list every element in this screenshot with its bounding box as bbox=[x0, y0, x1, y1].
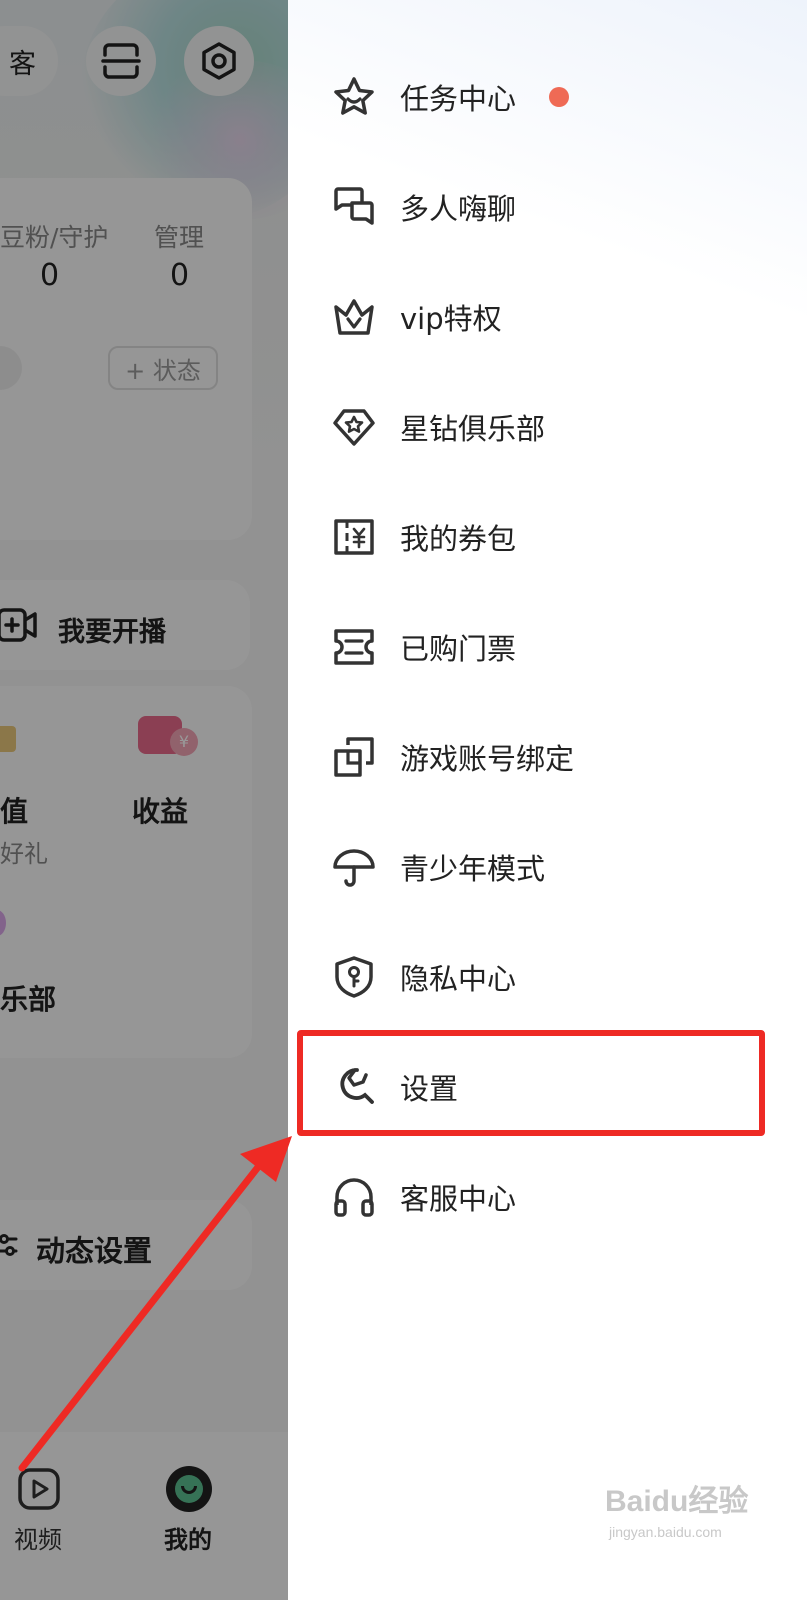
drawer-item-label: vip特权 bbox=[400, 302, 502, 336]
drawer-item-label: 我的券包 bbox=[400, 522, 517, 556]
drawer-item-star-diamond-club[interactable]: 星钻俱乐部 bbox=[288, 372, 807, 482]
drawer-item-label: 任务中心 bbox=[400, 82, 517, 116]
drawer-item-label: 游戏账号绑定 bbox=[400, 742, 575, 776]
ticket-icon bbox=[334, 629, 374, 665]
diamond-icon bbox=[333, 409, 375, 446]
drawer-item-label: 多人嗨聊 bbox=[400, 192, 517, 226]
drawer-item-coupons[interactable]: 我的券包 bbox=[288, 482, 807, 592]
drawer-item-task-center[interactable]: 任务中心 bbox=[288, 42, 807, 152]
shield-key-icon bbox=[335, 956, 373, 998]
watermark-brand: Baidu经验 bbox=[605, 1485, 749, 1518]
drawer-item-label: 青少年模式 bbox=[400, 852, 546, 886]
settings-highlight-box bbox=[297, 1030, 765, 1136]
drawer-item-label: 隐私中心 bbox=[400, 962, 517, 996]
star-icon bbox=[334, 77, 374, 115]
drawer-item-customer-service[interactable]: 客服中心 bbox=[288, 1142, 807, 1252]
drawer-item-youth-mode[interactable]: 青少年模式 bbox=[288, 812, 807, 922]
drawer-item-game-account[interactable]: 游戏账号绑定 bbox=[288, 702, 807, 812]
background-profile-page: 客 豆粉/守护 0 管理 0 + 状态 我要开播 值 好礼 ¥ 收益 乐部 动态… bbox=[0, 0, 288, 1600]
crown-icon bbox=[334, 299, 374, 335]
side-drawer: 任务中心 多人嗨聊 vip特权 星钻俱乐部 我的券包 已购门票 游戏账号绑定 青… bbox=[288, 0, 807, 1600]
drawer-item-label: 已购门票 bbox=[400, 632, 517, 666]
drawer-item-tickets[interactable]: 已购门票 bbox=[288, 592, 807, 702]
notification-dot bbox=[549, 87, 569, 107]
drawer-item-privacy[interactable]: 隐私中心 bbox=[288, 922, 807, 1032]
headphones-icon bbox=[334, 1178, 374, 1217]
drawer-item-vip[interactable]: vip特权 bbox=[288, 262, 807, 372]
coupon-icon bbox=[334, 519, 374, 555]
watermark-url: jingyan.baidu.com bbox=[609, 1524, 722, 1540]
drawer-item-label: 星钻俱乐部 bbox=[400, 412, 546, 446]
drawer-item-label: 客服中心 bbox=[400, 1182, 517, 1216]
overlay-scrim[interactable] bbox=[0, 0, 288, 1600]
chat-bubbles-icon bbox=[334, 187, 374, 225]
link-icon bbox=[334, 737, 374, 777]
umbrella-icon bbox=[333, 849, 375, 887]
drawer-item-group-chat[interactable]: 多人嗨聊 bbox=[288, 152, 807, 262]
baidu-watermark: Baidu经验 jingyan.baidu.com bbox=[605, 1476, 795, 1556]
